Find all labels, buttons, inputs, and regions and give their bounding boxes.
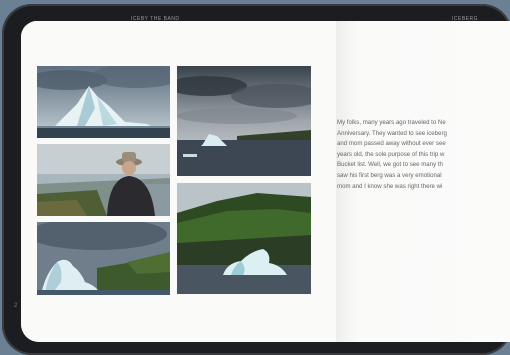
- body-line: years old, the sole purpose of this trip…: [337, 150, 445, 158]
- body-line: mom and I know she was right there wi: [337, 182, 443, 190]
- body-line: My folks, many years ago traveled to Ne: [337, 119, 446, 126]
- photo-man-with-hat[interactable]: [37, 144, 170, 216]
- photo-dramatic-sky-iceberg[interactable]: [177, 66, 311, 176]
- right-running-head: ICEBERG: [452, 16, 479, 22]
- body-line: and mom passed away without ever see: [337, 140, 446, 148]
- photo-iceberg-peak[interactable]: [37, 66, 170, 138]
- left-running-head: ICEBY THE BAND: [131, 16, 180, 22]
- body-line: Anniversary. They wanted to see iceberg: [337, 129, 447, 137]
- photo-green-hills-iceberg[interactable]: [177, 183, 311, 294]
- photo-iceberg-shore[interactable]: [37, 222, 170, 295]
- body-text: My folks, many years ago traveled to Ne …: [337, 118, 497, 192]
- left-page-number: 2: [14, 303, 18, 309]
- body-line: saw his first berg was a very emotional: [337, 171, 442, 179]
- body-line: Bucket list. Well, we got to see many th: [337, 161, 443, 169]
